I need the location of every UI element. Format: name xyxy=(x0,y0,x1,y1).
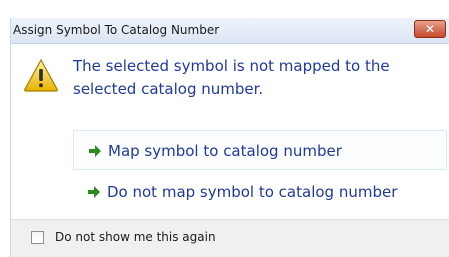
close-icon: ✕ xyxy=(424,22,436,36)
do-not-show-label[interactable]: Do not show me this again xyxy=(55,230,216,244)
do-not-map-label: Do not map symbol to catalog number xyxy=(107,183,398,201)
close-button[interactable]: ✕ xyxy=(414,20,446,38)
do-not-map-option[interactable]: Do not map symbol to catalog number xyxy=(73,172,447,212)
warning-icon xyxy=(24,58,58,92)
map-symbol-label: Map symbol to catalog number xyxy=(108,142,342,160)
dialog-title: Assign Symbol To Catalog Number xyxy=(13,23,220,37)
map-symbol-option[interactable]: Map symbol to catalog number xyxy=(73,130,447,170)
do-not-show-checkbox[interactable] xyxy=(31,231,44,244)
title-bar: Assign Symbol To Catalog Number ✕ xyxy=(11,18,449,44)
warning-message: The selected symbol is not mapped to the… xyxy=(73,57,390,98)
green-arrow-icon xyxy=(89,145,101,157)
assign-symbol-dialog: Assign Symbol To Catalog Number ✕ The se… xyxy=(10,18,449,257)
green-arrow-icon xyxy=(88,186,100,198)
dialog-footer: Do not show me this again xyxy=(11,219,449,257)
